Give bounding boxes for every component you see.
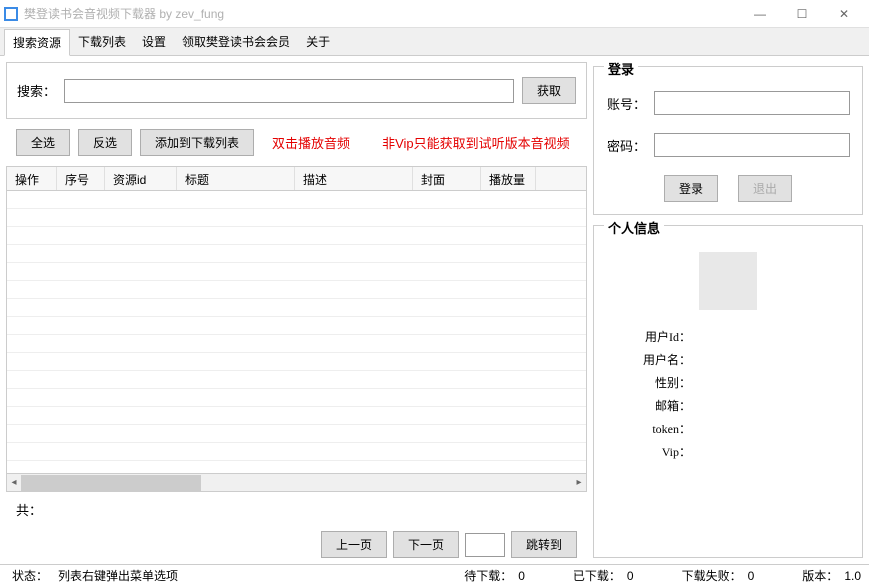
add-to-download-button[interactable]: 添加到下载列表 [140,129,254,156]
done-value: 0 [627,569,634,583]
hint-double-click: 双击播放音频 [272,133,350,152]
login-legend: 登录 [604,59,638,78]
search-input[interactable] [64,79,514,103]
table-row [7,353,586,371]
avatar [699,252,757,310]
table-header: 操作 序号 资源id 标题 描述 封面 播放量 [7,167,586,191]
table-row [7,389,586,407]
userid-label: 用户Id： [606,328,691,345]
jump-to-button[interactable]: 跳转到 [511,531,577,558]
tab-about[interactable]: 关于 [298,29,338,54]
search-label: 搜索： [17,81,56,100]
pending-label: 待下载： [460,567,516,584]
search-box: 搜索： 获取 [6,62,587,119]
table-row [7,299,586,317]
results-table: 操作 序号 资源id 标题 描述 封面 播放量 [6,166,587,492]
pending-value: 0 [518,569,525,583]
table-row [7,245,586,263]
account-input[interactable] [654,91,850,115]
next-page-button[interactable]: 下一页 [393,531,459,558]
minimize-button[interactable]: — [739,0,781,28]
table-row [7,227,586,245]
profile-legend: 个人信息 [604,218,664,237]
table-row [7,281,586,299]
table-row [7,263,586,281]
col-cover[interactable]: 封面 [413,167,481,190]
maximize-button[interactable]: ☐ [781,0,823,28]
email-label: 邮箱： [606,397,691,414]
pager: 上一页 下一页 跳转到 [6,527,587,558]
scroll-right-icon[interactable]: ▸ [572,475,586,491]
table-row [7,371,586,389]
account-label: 账号： [606,94,646,113]
profile-fieldset: 个人信息 用户Id： 用户名： 性别： 邮箱： token： Vip： [593,225,863,558]
done-label: 已下载： [569,567,625,584]
tab-settings[interactable]: 设置 [134,29,174,54]
password-label: 密码： [606,136,646,155]
horizontal-scrollbar[interactable]: ◂ ▸ [7,473,586,491]
scroll-thumb[interactable] [21,475,201,491]
statusbar: 状态： 列表右键弹出菜单选项 待下载： 0 已下载： 0 下载失败： 0 版本：… [0,564,869,586]
select-all-button[interactable]: 全选 [16,129,70,156]
col-operation[interactable]: 操作 [7,167,57,190]
invert-select-button[interactable]: 反选 [78,129,132,156]
tab-get-membership[interactable]: 领取樊登读书会会员 [174,29,298,54]
col-index[interactable]: 序号 [57,167,105,190]
titlebar: 樊登读书会音视频下载器 by zev_fung — ☐ ✕ [0,0,869,28]
token-label: token： [606,420,691,437]
count-label: 共： [16,503,42,518]
menubar: 搜索资源 下载列表 设置 领取樊登读书会会员 关于 [0,28,869,56]
username-label: 用户名： [606,351,691,368]
scroll-left-icon[interactable]: ◂ [7,475,21,491]
hint-non-vip: 非Vip只能获取到试听版本音视频 [382,133,570,152]
table-row [7,209,586,227]
window-title: 樊登读书会音视频下载器 by zev_fung [24,5,739,22]
tab-search-resources[interactable]: 搜索资源 [4,29,70,56]
close-button[interactable]: ✕ [823,0,865,28]
page-input[interactable] [465,533,505,557]
count-row: 共： [6,498,587,521]
table-row [7,317,586,335]
vip-label: Vip： [606,443,691,460]
password-input[interactable] [654,133,850,157]
main-panel: 搜索： 获取 全选 反选 添加到下载列表 双击播放音频 非Vip只能获取到试听版… [6,62,587,558]
right-panel: 登录 账号： 密码： 登录 退出 个人信息 用户Id： 用户名： 性别： 邮箱：… [593,62,863,558]
status-label: 状态： [8,567,52,584]
table-row [7,407,586,425]
app-icon [4,7,18,21]
prev-page-button[interactable]: 上一页 [321,531,387,558]
col-resource-id[interactable]: 资源id [105,167,177,190]
action-row: 全选 反选 添加到下载列表 双击播放音频 非Vip只能获取到试听版本音视频 [6,125,587,160]
table-row [7,443,586,461]
failed-label: 下载失败： [678,567,746,584]
version-value: 1.0 [844,569,861,583]
col-title[interactable]: 标题 [177,167,295,190]
logout-button[interactable]: 退出 [738,175,792,202]
version-label: 版本： [798,567,842,584]
table-body[interactable] [7,191,586,473]
col-play-count[interactable]: 播放量 [481,167,536,190]
tab-download-list[interactable]: 下载列表 [70,29,134,54]
fetch-button[interactable]: 获取 [522,77,576,104]
status-text: 列表右键弹出菜单选项 [54,567,182,584]
failed-value: 0 [748,569,755,583]
gender-label: 性别： [606,374,691,391]
table-row [7,425,586,443]
table-row [7,191,586,209]
login-fieldset: 登录 账号： 密码： 登录 退出 [593,66,863,215]
table-row [7,335,586,353]
col-description[interactable]: 描述 [295,167,413,190]
login-button[interactable]: 登录 [664,175,718,202]
